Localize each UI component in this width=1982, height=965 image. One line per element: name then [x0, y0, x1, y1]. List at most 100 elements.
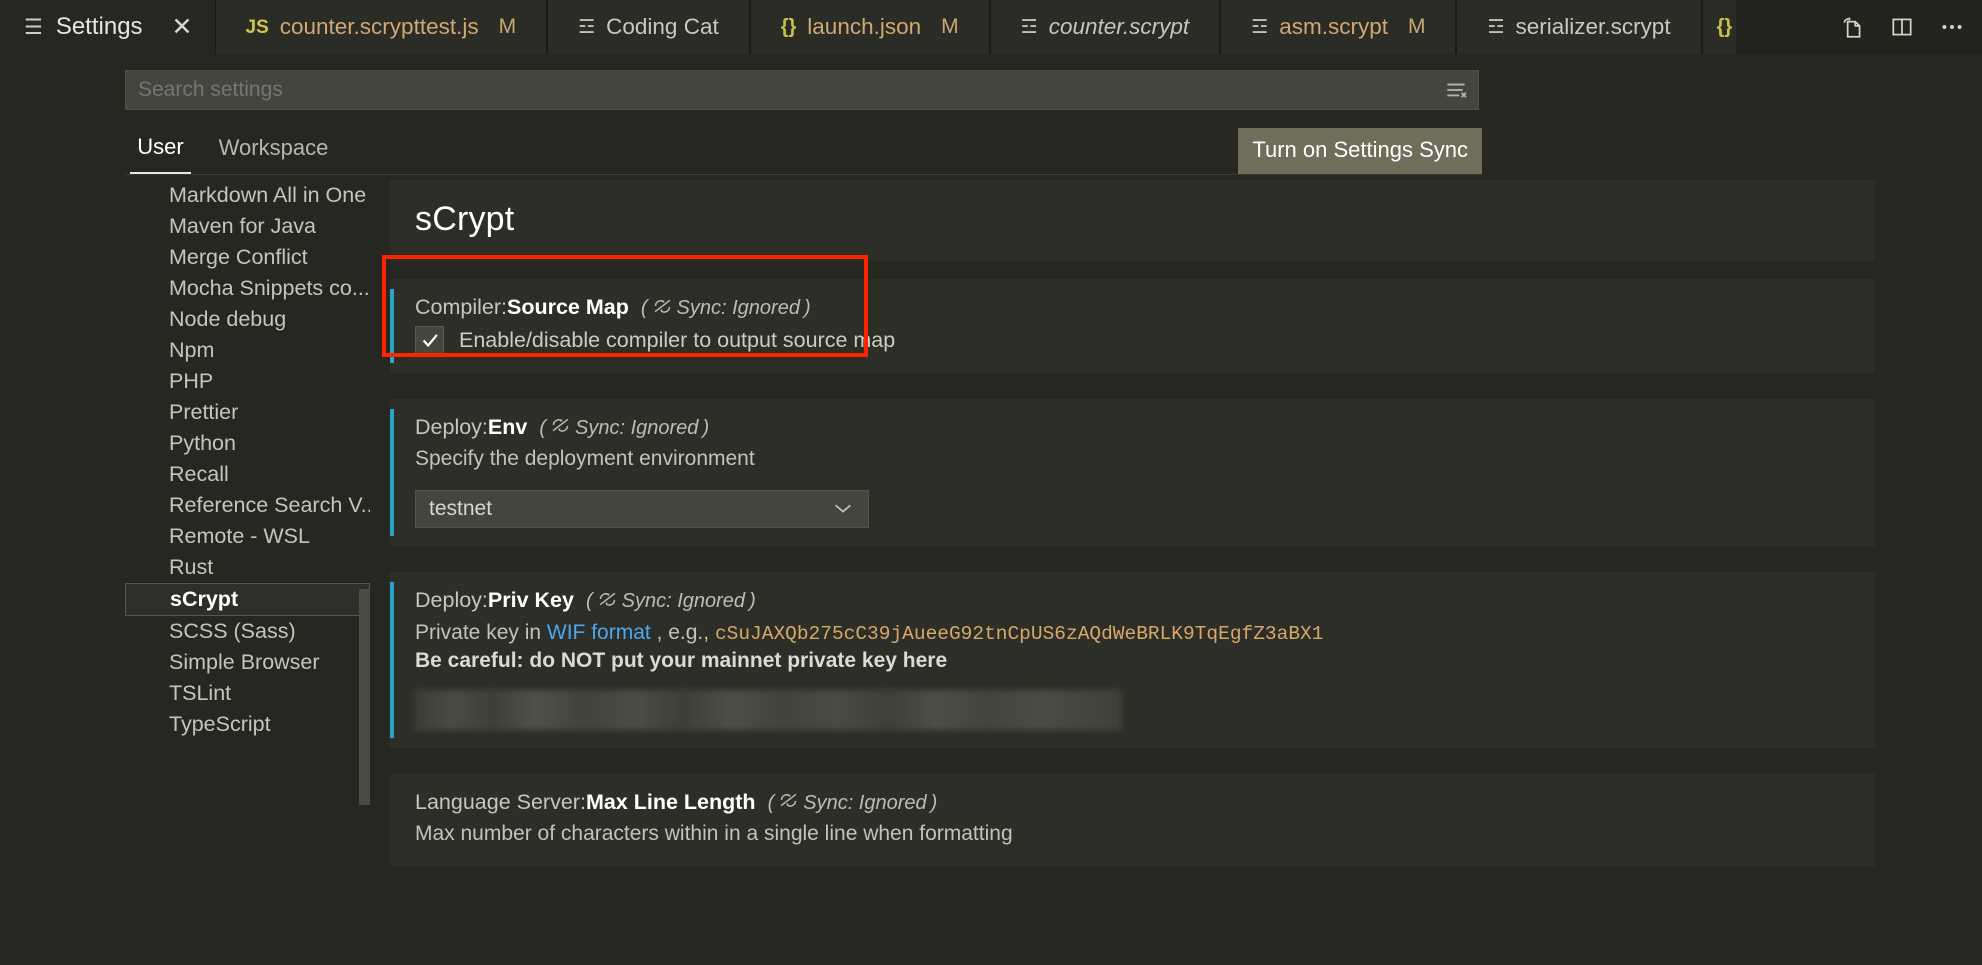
turn-on-settings-sync-button[interactable]: Turn on Settings Sync — [1238, 128, 1482, 174]
editor-actions — [1820, 0, 1982, 54]
text-file-icon: ☲ — [578, 16, 596, 38]
dirty-badge: M — [1407, 15, 1426, 38]
sidebar-item-prettier[interactable]: Prettier — [125, 397, 370, 428]
json-file-icon: {} — [780, 16, 797, 38]
sidebar-item-reference-search[interactable]: Reference Search V... — [125, 490, 370, 521]
tab-label: serializer.scrypt — [1515, 14, 1671, 39]
tab-workspace[interactable]: Workspace — [205, 122, 342, 174]
editor-tab-bar: ☰ Settings ✕ JS counter.scrypttest.js M … — [0, 0, 1982, 54]
tab-label: counter.scrypttest.js — [279, 14, 479, 39]
setting-row-deploy-env[interactable]: Deploy: Env (Sync: Ignored) Specify the … — [390, 398, 1875, 547]
sidebar-item-recall[interactable]: Recall — [125, 459, 370, 490]
search-input[interactable] — [126, 78, 1437, 102]
setting-title-source-map: Compiler: Source Map (Sync: Ignored) — [415, 295, 1875, 321]
tab-user[interactable]: User — [130, 122, 191, 174]
sidebar-item-tslint[interactable]: TSLint — [125, 678, 370, 709]
example-private-key: cSuJAXQb275cC39jAueeG92tnCpUS6zAQdWeBRLK… — [714, 622, 1324, 645]
setting-name: Priv Key — [487, 588, 574, 613]
setting-prefix: Compiler: — [415, 295, 507, 319]
sidebar-scrollbar[interactable] — [359, 589, 370, 805]
sync-ignored-icon — [597, 590, 618, 614]
split-editor-icon[interactable] — [1880, 5, 1924, 49]
sidebar-item-scrypt[interactable]: sCrypt — [125, 583, 370, 616]
tab-asm-scrypt[interactable]: ☲ asm.scrypt M — [1220, 0, 1457, 54]
section-header-row: sCrypt — [390, 180, 1875, 261]
text-file-icon: ☲ — [1251, 16, 1269, 38]
more-actions-icon[interactable] — [1930, 5, 1974, 49]
modified-accent-bar — [390, 289, 394, 363]
source-map-checkbox-label: Enable/disable compiler to output source… — [459, 327, 896, 352]
tab-label: asm.scrypt — [1279, 14, 1388, 39]
tab-label: Coding Cat — [606, 14, 719, 39]
settings-scope-tabs: User Workspace Turn on Settings Sync — [125, 122, 1482, 175]
chevron-down-icon — [832, 501, 854, 518]
setting-row-max-line-length[interactable]: Language Server: Max Line Length (Sync: … — [390, 773, 1875, 867]
tab-serializer-scrypt[interactable]: ☲ serializer.scrypt — [1456, 0, 1702, 54]
sidebar-item-scss-sass[interactable]: SCSS (Sass) — [125, 616, 370, 647]
deploy-priv-key-input[interactable] — [415, 689, 1121, 730]
sync-ignored-icon — [778, 791, 799, 815]
tab-coding-cat[interactable]: ☲ Coding Cat — [547, 0, 750, 54]
sidebar-item-node-debug[interactable]: Node debug — [125, 304, 370, 335]
sidebar-item-remote-wsl[interactable]: Remote - WSL — [125, 521, 370, 552]
wif-format-link[interactable]: WIF format — [547, 621, 651, 644]
sync-text: Sync: Ignored — [621, 590, 746, 613]
sidebar-item-php[interactable]: PHP — [125, 366, 370, 397]
setting-checkbox-row[interactable]: Enable/disable compiler to output source… — [415, 325, 1875, 355]
sidebar-item-rust[interactable]: Rust — [125, 552, 370, 583]
deploy-env-select[interactable]: testnet — [415, 490, 869, 529]
tab-counter-scrypttest-js[interactable]: JS counter.scrypttest.js M — [214, 0, 548, 54]
close-icon[interactable]: ✕ — [172, 14, 193, 40]
tab-settings-label: Settings — [55, 13, 143, 40]
settings-category-list[interactable]: Markdown All in One Maven for Java Merge… — [125, 180, 370, 965]
js-file-icon: JS — [245, 16, 269, 38]
setting-title-deploy-priv-key: Deploy: Priv Key (Sync: Ignored) — [415, 588, 1875, 614]
desc-prefix: Private key in — [415, 620, 547, 644]
tab-label: launch.json — [807, 14, 922, 39]
dirty-badge: M — [498, 15, 517, 38]
page-title: sCrypt — [415, 200, 515, 238]
sync-ignored-note: (Sync: Ignored) — [539, 416, 710, 440]
source-map-checkbox[interactable] — [415, 325, 444, 355]
setting-name: Max Line Length — [585, 789, 756, 814]
setting-prefix: Deploy: — [415, 414, 488, 439]
priv-key-warning: Be careful: do NOT put your mainnet priv… — [415, 649, 948, 673]
desc-mid: , e.g., — [650, 620, 715, 644]
sync-ignored-note: (Sync: Ignored) — [640, 297, 811, 319]
setting-prefix: Deploy: — [415, 588, 488, 613]
sidebar-item-typescript[interactable]: TypeScript — [125, 709, 370, 740]
sync-ignored-note: (Sync: Ignored) — [767, 791, 938, 815]
modified-accent-bar — [390, 582, 394, 738]
search-settings-bar[interactable] — [125, 70, 1479, 110]
modified-accent-bar — [390, 408, 394, 537]
tab-label: counter.scrypt — [1048, 14, 1190, 39]
tab-counter-scrypt[interactable]: ☲ counter.scrypt — [989, 0, 1221, 54]
sync-ignored-icon — [550, 416, 571, 440]
setting-name: Source Map — [507, 295, 629, 319]
sidebar-item-merge-conflict[interactable]: Merge Conflict — [125, 242, 370, 273]
json-file-icon: {} — [1716, 15, 1733, 38]
setting-description: Specify the deployment environment — [415, 447, 755, 470]
tab-overflow-partial[interactable]: {} — [1701, 0, 1736, 54]
setting-title-max-line-length: Language Server: Max Line Length (Sync: … — [415, 790, 1875, 816]
tab-settings[interactable]: ☰ Settings ✕ — [0, 0, 215, 54]
sidebar-item-simple-browser[interactable]: Simple Browser — [125, 647, 370, 678]
setting-description: Max number of characters within in a sin… — [415, 822, 1013, 846]
setting-row-source-map[interactable]: Compiler: Source Map (Sync: Ignored) Ena… — [390, 279, 1875, 373]
text-file-icon: ☲ — [1020, 16, 1038, 38]
clear-filter-icon[interactable] — [1437, 71, 1475, 109]
sync-text: Sync: Ignored — [803, 791, 927, 814]
sync-ignored-note: (Sync: Ignored) — [585, 590, 756, 614]
sidebar-item-npm[interactable]: Npm — [125, 335, 370, 366]
dirty-badge: M — [941, 15, 959, 38]
sidebar-item-maven-for-java[interactable]: Maven for Java — [125, 211, 370, 242]
setting-row-deploy-priv-key[interactable]: Deploy: Priv Key (Sync: Ignored) Private… — [390, 572, 1875, 748]
sidebar-item-mocha-snippets[interactable]: Mocha Snippets co... — [125, 273, 370, 304]
sidebar-item-markdown-all-in-one[interactable]: Markdown All in One — [125, 180, 370, 211]
sync-text: Sync: Ignored — [676, 297, 800, 319]
deploy-env-value: testnet — [429, 497, 493, 521]
settings-content-panel: sCrypt Compiler: Source Map (Sync: Ignor… — [390, 180, 1982, 965]
sidebar-item-python[interactable]: Python — [125, 428, 370, 459]
tab-launch-json[interactable]: {} launch.json M — [749, 0, 990, 54]
open-changes-icon[interactable] — [1830, 5, 1874, 49]
